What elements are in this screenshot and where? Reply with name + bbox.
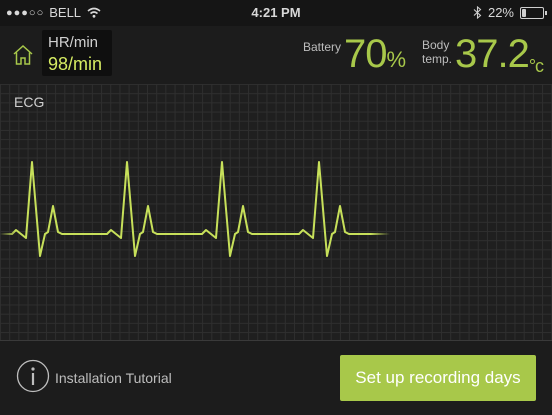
body-temp-value: 37.2 <box>455 32 530 76</box>
status-bar: ●●●○○ BELL 4:21 PM 22% <box>0 0 552 26</box>
body-temp-label: Body temp. <box>422 38 452 66</box>
setup-recording-days-button[interactable]: Set up recording days <box>340 355 536 401</box>
home-icon[interactable] <box>12 44 34 66</box>
battery-unit: % <box>386 47 407 72</box>
info-icon[interactable] <box>16 359 50 393</box>
battery-fill <box>522 8 527 17</box>
bluetooth-icon <box>473 6 482 19</box>
body-temp-label-line1: Body <box>422 38 450 52</box>
status-right: 22% <box>473 5 547 20</box>
vitals-header: HR/min 98/min Battery 70% Body temp. 37.… <box>0 26 552 84</box>
battery-percent: 22% <box>487 5 514 20</box>
ecg-trace <box>0 161 390 257</box>
heart-rate-panel: HR/min 98/min <box>42 30 112 76</box>
battery-label: Battery <box>303 40 342 54</box>
status-time: 4:21 PM <box>251 5 301 20</box>
body-temp-label-line2: temp. <box>422 52 453 66</box>
installation-tutorial-link[interactable]: Installation Tutorial <box>55 370 172 386</box>
bottom-bar: Installation Tutorial Set up recording d… <box>0 340 552 415</box>
battery-icon <box>520 6 547 19</box>
battery-value: 70 <box>344 32 387 76</box>
heart-rate-value: 98/min <box>48 54 103 74</box>
ecg-panel: ECG <box>0 84 552 340</box>
ecg-trace-canvas <box>0 161 390 257</box>
body-temp-unit: °c <box>528 56 544 76</box>
body-temp-readout: 37.2°c <box>455 32 544 77</box>
heart-rate-label: HR/min <box>48 34 99 51</box>
battery-readout: 70% <box>344 32 407 77</box>
